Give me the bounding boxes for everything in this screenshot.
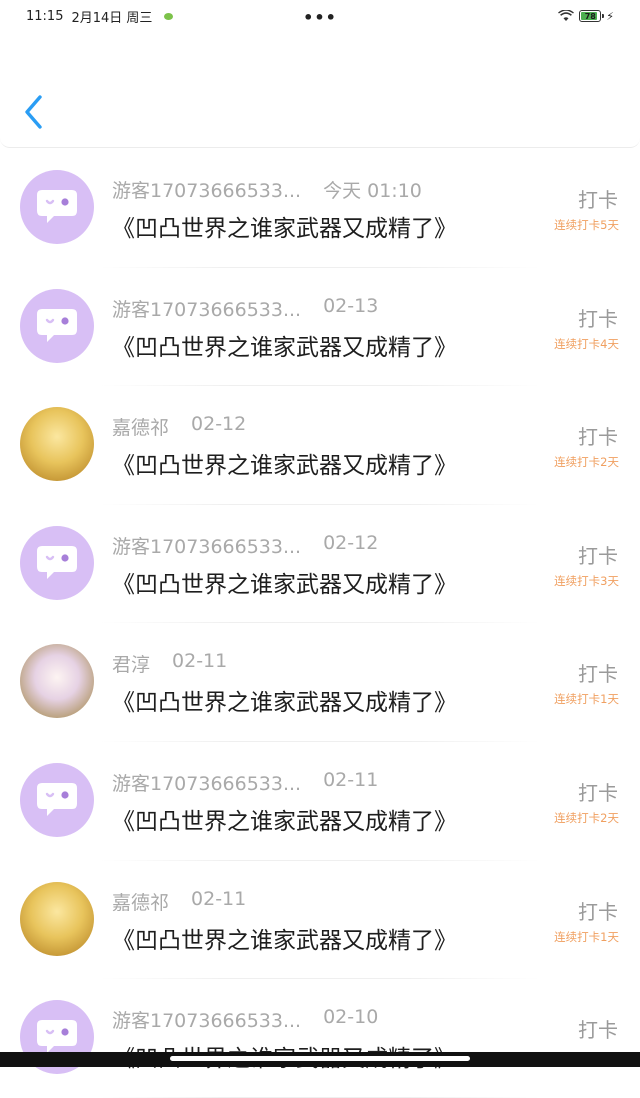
user-name[interactable]: 游客17073666533... <box>112 176 301 203</box>
checkin-date: 02-12 <box>191 413 247 436</box>
user-name[interactable]: 游客17073666533... <box>112 532 301 559</box>
charging-icon: ⚡ <box>606 9 614 23</box>
streak-badge: 连续打卡1天 <box>554 692 619 707</box>
battery-icon: 78 <box>579 10 605 22</box>
book-title: 《凹凸世界之谁家武器又成精了》 <box>112 927 457 954</box>
avatar[interactable] <box>20 288 94 363</box>
streak-badge: 连续打卡5天 <box>554 218 619 232</box>
streak-badge: 连续打卡3天 <box>554 573 619 588</box>
user-name[interactable]: 游客17073666533... <box>112 1006 301 1033</box>
book-title: 《凹凸世界之谁家武器又成精了》 <box>112 216 457 242</box>
avatar[interactable] <box>20 644 94 719</box>
user-meta: 游客17073666533... 02-12 <box>112 532 378 559</box>
battery-level: 78 <box>584 11 596 21</box>
user-name[interactable]: 嘉德祁 <box>112 888 169 915</box>
user-name[interactable]: 嘉德祁 <box>112 413 169 440</box>
list-item[interactable]: 游客17073666533... 02-12 《凹凸世界之谁家武器又成精了》 打卡连续… <box>0 505 640 624</box>
book-title: 《凹凸世界之谁家武器又成精了》 <box>112 453 457 480</box>
streak-badge: 连续打卡2天 <box>554 810 619 825</box>
status-date: 2月14日 周三 <box>71 10 153 26</box>
checkin-label: 打卡 <box>578 662 618 687</box>
status-bar: 11:15 2月14日 周三 ••• 78 ⚡ <box>0 0 640 32</box>
checkin-label: 打卡 <box>578 425 618 450</box>
checkin-label: 打卡 <box>578 899 618 924</box>
user-meta: 嘉德祁 02-11 <box>112 888 246 915</box>
streak-badge: 连续打卡2天 <box>554 455 619 470</box>
checkin-date: 02-11 <box>172 650 228 673</box>
wechat-notification-icon <box>164 12 174 20</box>
checkin-list: 游客17073666533... 今天 01:10 《凹凸世界之谁家武器又成精了》打… <box>0 149 640 1098</box>
book-title: 《凹凸世界之谁家武器又成精了》 <box>112 690 457 717</box>
avatar[interactable] <box>20 407 94 482</box>
checkin-label: 打卡 <box>578 306 618 331</box>
status-right: 78 ⚡ <box>558 10 614 23</box>
streak-badge: 连续打卡4天 <box>554 336 619 351</box>
chat-bubble-face-icon <box>37 545 77 579</box>
chat-bubble-face-icon <box>37 190 77 223</box>
list-item[interactable]: 嘉德祁 02-11 《凹凸世界之谁家武器又成精了》 打卡连续打卡1天 <box>0 861 640 980</box>
avatar[interactable] <box>20 762 94 837</box>
top-app-bar <box>0 32 640 148</box>
list-item[interactable]: 君淳 02-11 《凹凸世界之谁家武器又成精了》 打卡连续打卡1天 <box>0 623 640 742</box>
checkin-date: 02-10 <box>323 1006 379 1029</box>
status-left: 11:15 2月14日 周三 <box>26 7 174 26</box>
wifi-icon <box>558 10 575 21</box>
list-item[interactable]: 嘉德祁 02-12 《凹凸世界之谁家武器又成精了》 打卡连续打卡2天 <box>0 386 640 505</box>
user-meta: 游客17073666533... 02-13 <box>112 295 378 322</box>
checkin-date: 02-12 <box>323 531 379 554</box>
status-time: 11:15 <box>26 8 64 24</box>
avatar[interactable] <box>20 881 94 956</box>
chat-bubble-face-icon <box>37 782 77 816</box>
checkin-label: 打卡 <box>578 543 618 568</box>
checkin-date: 02-11 <box>191 887 247 910</box>
user-name[interactable]: 君淳 <box>112 650 150 677</box>
list-item[interactable]: 游客17073666533...02-10《凹凸世界之谁家武器又成精了》打卡 <box>0 979 640 1098</box>
user-name[interactable]: 游客17073666533... <box>112 295 301 322</box>
user-meta: 游客17073666533... 02-11 <box>112 769 378 796</box>
list-item[interactable]: 游客17073666533... 02-13 《凹凸世界之谁家武器又成精了》 打卡连续… <box>0 268 640 387</box>
chat-bubble-face-icon <box>37 308 77 342</box>
checkin-date: 02-11 <box>323 768 379 791</box>
chevron-left-icon[interactable] <box>22 94 46 130</box>
list-item[interactable]: 游客17073666533... 02-11 《凹凸世界之谁家武器又成精了》 打卡连续… <box>0 742 640 861</box>
checkin-date: 今天 01:10 <box>323 180 422 202</box>
checkin-date: 02-13 <box>323 294 379 317</box>
book-title: 《凹凸世界之谁家武器又成精了》 <box>112 808 457 835</box>
user-meta: 嘉德祁 02-12 <box>112 413 246 440</box>
book-title: 《凹凸世界之谁家武器又成精了》 <box>112 334 457 361</box>
user-meta: 游客17073666533... 今天 01:10 <box>112 176 422 203</box>
user-meta: 君淳 02-11 <box>112 650 227 677</box>
list-item[interactable]: 游客17073666533... 今天 01:10 《凹凸世界之谁家武器又成精了》 打… <box>0 149 640 268</box>
user-meta: 游客17073666533... 02-10 <box>112 1006 378 1033</box>
avatar[interactable] <box>20 525 94 600</box>
checkin-label: 打卡 <box>578 780 618 805</box>
streak-badge: 连续打卡1天 <box>554 929 619 944</box>
book-title: 《凹凸世界之谁家武器又成精了》 <box>112 571 457 598</box>
avatar[interactable] <box>20 170 94 244</box>
checkin-label: 打卡 <box>578 1018 618 1043</box>
user-name[interactable]: 游客17073666533... <box>112 769 301 796</box>
more-dots-icon[interactable]: ••• <box>303 8 337 27</box>
home-indicator[interactable] <box>170 1056 470 1061</box>
checkin-label: 打卡 <box>578 188 618 212</box>
